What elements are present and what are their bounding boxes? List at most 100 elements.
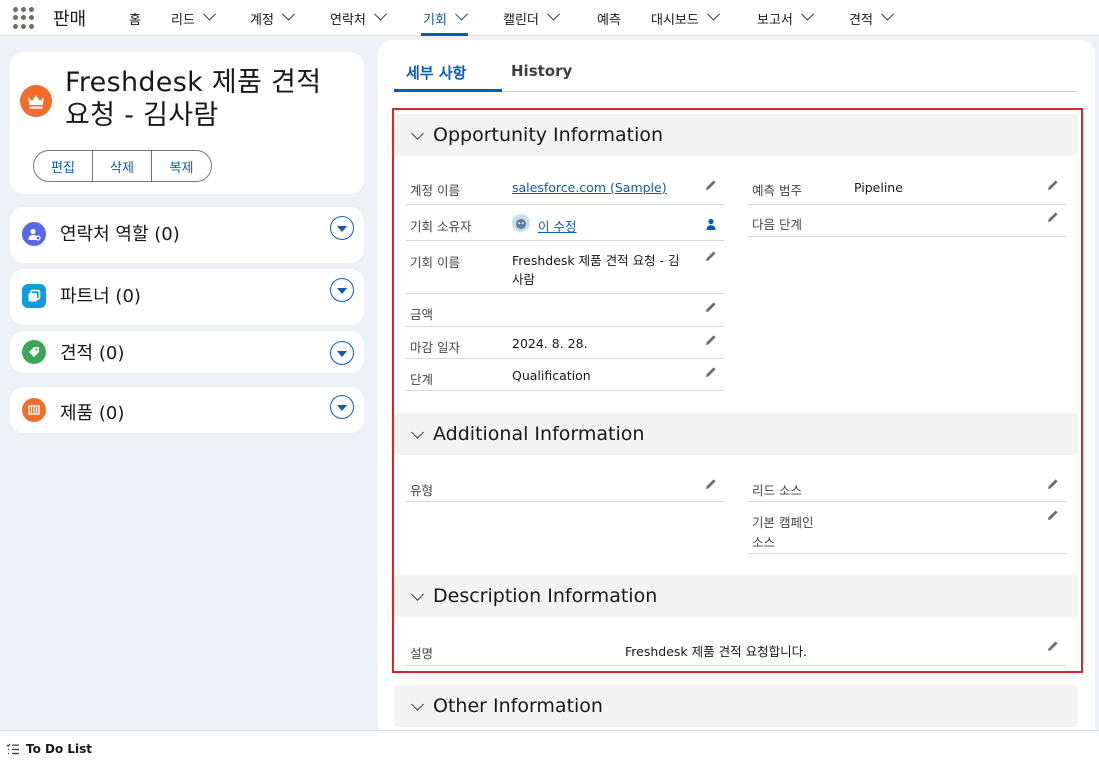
todo-list-button[interactable]: To Do List <box>26 742 92 756</box>
related-list-title[interactable]: 연락처 역할 (0) <box>60 220 180 246</box>
active-tab-indicator <box>394 89 502 92</box>
section-opportunity-information[interactable]: Opportunity Information <box>394 114 1078 156</box>
section-other-information[interactable]: Other Information <box>394 685 1078 727</box>
app-launcher-icon[interactable] <box>13 7 35 29</box>
utility-bar: To Do List <box>0 730 1099 767</box>
nav-item-label: 홈 <box>129 12 141 28</box>
related-list-label: 연락처 역할 <box>60 224 149 245</box>
edit-pencil-icon[interactable] <box>704 477 718 491</box>
nav-item-label: 리드 <box>171 12 195 28</box>
field-primary-campaign-source: 기본 캠페인 소스 <box>748 503 1066 554</box>
field-opportunity-name: 기회 이름 Freshdesk 제품 견적 요청 - 김 사람 <box>406 242 724 294</box>
chevron-down-icon <box>411 587 424 601</box>
field-label: 단계 <box>410 372 434 387</box>
record-highlights-panel: Freshdesk 제품 견적 요청 - 김사람 편집 삭제 복제 <box>10 52 364 194</box>
field-description: 설명 Freshdesk 제품 견적 요청합니다. <box>406 634 1066 666</box>
field-value: Pipeline <box>854 180 903 195</box>
nav-item-leads[interactable]: 리드 <box>171 0 216 36</box>
nav-item-reports[interactable]: 보고서 <box>757 0 814 36</box>
nav-item-label: 견적 <box>849 12 873 28</box>
chevron-down-icon[interactable] <box>282 7 295 21</box>
quote-icon <box>22 340 46 364</box>
nav-item-accounts[interactable]: 계정 <box>250 0 295 36</box>
nav-item-home[interactable]: 홈 <box>129 0 141 36</box>
clone-button[interactable]: 복제 <box>152 151 211 181</box>
detail-tabs: 세부 사항 History <box>394 54 1077 92</box>
related-list-count: (0) <box>98 403 125 424</box>
chevron-down-icon[interactable] <box>374 7 387 21</box>
related-list-title[interactable]: 파트너 (0) <box>60 282 141 308</box>
record-title: Freshdesk 제품 견적 요청 - 김사람 <box>65 67 322 131</box>
related-list-quotes: 견적 (0) <box>10 331 364 373</box>
crown-icon <box>20 85 52 117</box>
dropdown-toggle-icon[interactable] <box>330 341 354 365</box>
field-label: 유형 <box>410 483 434 498</box>
nav-item-opportunities[interactable]: 기회 <box>421 0 468 36</box>
edit-pencil-icon[interactable] <box>704 178 718 192</box>
related-list-label: 제품 <box>60 403 94 424</box>
field-value: 사람 <box>512 272 536 287</box>
delete-button[interactable]: 삭제 <box>93 151 152 181</box>
edit-pencil-icon[interactable] <box>704 333 718 347</box>
related-list-count: (0) <box>98 343 125 364</box>
edit-pencil-icon[interactable] <box>1046 477 1060 491</box>
nav-item-dashboards[interactable]: 대시보드 <box>651 0 720 36</box>
tab-history[interactable]: History <box>511 62 572 80</box>
related-list-count: (0) <box>154 224 180 245</box>
nav-item-label: 연락처 <box>330 12 366 28</box>
related-list-title[interactable]: 견적 (0) <box>60 339 124 365</box>
chevron-down-icon[interactable] <box>801 7 814 21</box>
edit-pencil-icon[interactable] <box>704 249 718 263</box>
section-title: Additional Information <box>433 423 645 445</box>
todo-list-icon <box>6 743 19 755</box>
edit-pencil-icon[interactable] <box>704 365 718 379</box>
dropdown-toggle-icon[interactable] <box>330 278 354 302</box>
product-icon <box>22 398 46 422</box>
related-list-title[interactable]: 제품 (0) <box>60 399 124 425</box>
edit-button[interactable]: 편집 <box>34 151 93 181</box>
section-description-information[interactable]: Description Information <box>394 575 1078 617</box>
related-list-contact-roles: 연락처 역할 (0) <box>10 207 364 263</box>
dropdown-toggle-icon[interactable] <box>330 395 354 419</box>
field-label: 예측 범주 <box>752 183 802 198</box>
field-value: Freshdesk 제품 견적 요청합니다. <box>625 644 808 659</box>
edit-pencil-icon[interactable] <box>1046 178 1060 192</box>
account-name-link[interactable]: salesforce.com (Sample) <box>512 180 667 195</box>
nav-item-contacts[interactable]: 연락처 <box>330 0 387 36</box>
section-title: Description Information <box>433 585 658 607</box>
nav-item-label: 예측 <box>597 12 621 28</box>
change-owner-icon[interactable] <box>704 217 718 231</box>
field-label: 금액 <box>410 307 434 322</box>
chevron-down-icon[interactable] <box>881 7 894 21</box>
nav-item-calendar[interactable]: 캘린더 <box>503 0 560 36</box>
chevron-down-icon[interactable] <box>455 7 468 21</box>
chevron-down-icon[interactable] <box>203 7 216 21</box>
nav-item-quotes[interactable]: 견적 <box>849 0 894 36</box>
contact-role-icon <box>22 222 46 246</box>
edit-pencil-icon[interactable] <box>1046 210 1060 224</box>
nav-item-label: 보고서 <box>757 12 793 28</box>
field-label: 마감 일자 <box>410 340 460 355</box>
field-next-step: 다음 단계 <box>748 206 1066 237</box>
owner-name-link[interactable]: 이 수정 <box>538 216 576 235</box>
section-additional-information[interactable]: Additional Information <box>394 413 1078 455</box>
nav-item-forecasts[interactable]: 예측 <box>597 0 621 36</box>
related-list-products: 제품 (0) <box>10 387 364 433</box>
edit-pencil-icon[interactable] <box>704 300 718 314</box>
field-value: Qualification <box>512 368 591 383</box>
partner-icon <box>22 284 46 308</box>
field-value: 2024. 8. 28. <box>512 336 588 351</box>
edit-pencil-icon[interactable] <box>1046 508 1060 522</box>
related-list-label: 파트너 <box>60 286 110 307</box>
field-label: 리드 소스 <box>752 483 802 498</box>
chevron-down-icon <box>411 697 424 711</box>
field-label: 기회 소유자 <box>410 219 472 234</box>
dropdown-toggle-icon[interactable] <box>330 216 354 240</box>
tab-details[interactable]: 세부 사항 <box>406 62 466 83</box>
field-account-name: 계정 이름 salesforce.com (Sample) <box>406 174 724 205</box>
field-opportunity-owner: 기회 소유자 이 수정 <box>406 206 724 241</box>
chevron-down-icon[interactable] <box>547 7 560 21</box>
chevron-down-icon[interactable] <box>706 7 720 21</box>
edit-pencil-icon[interactable] <box>1046 639 1060 653</box>
field-amount: 금액 <box>406 295 724 327</box>
